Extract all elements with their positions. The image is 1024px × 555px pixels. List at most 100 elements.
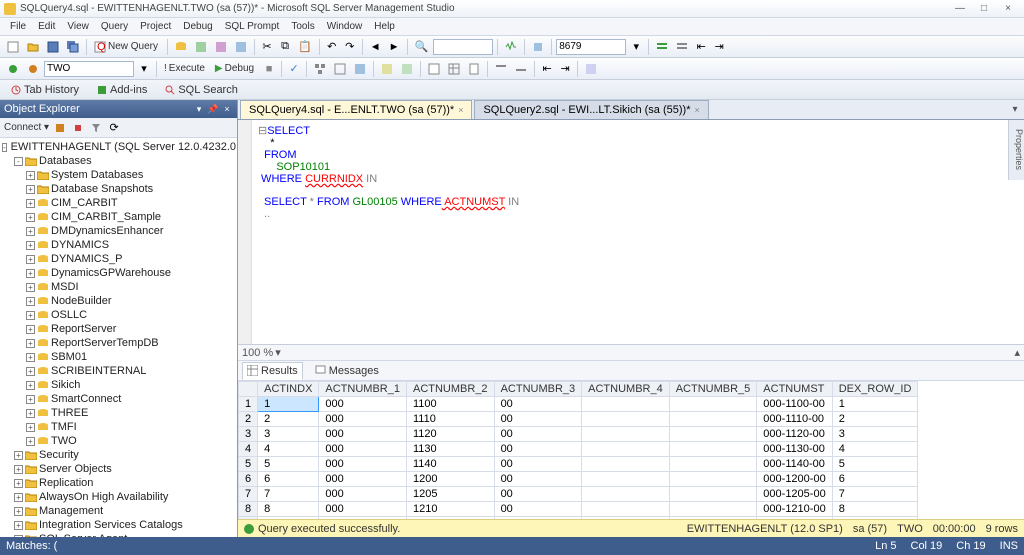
expand-icon[interactable]: + [26, 227, 35, 236]
grid-cell[interactable]: 2 [258, 412, 319, 427]
menu-help[interactable]: Help [368, 19, 401, 34]
grid-cell[interactable]: 00 [494, 397, 582, 412]
expand-icon[interactable]: + [26, 171, 35, 180]
uncomment-selection-icon[interactable] [512, 61, 530, 77]
database-node[interactable]: +ReportServerTempDB [2, 336, 235, 350]
expand-icon[interactable]: + [14, 479, 23, 488]
grid-header[interactable]: DEX_ROW_ID [832, 382, 918, 397]
database-node[interactable]: +CIM_CARBIT_Sample [2, 210, 235, 224]
xmla-query-icon[interactable] [232, 39, 250, 55]
grid-cell[interactable]: 000-1120-00 [757, 427, 832, 442]
mdx-query-icon[interactable] [192, 39, 210, 55]
grid-cell[interactable]: 2 [832, 412, 918, 427]
grid-cell[interactable]: 000 [319, 502, 407, 517]
database-node[interactable]: +DMDynamicsEnhancer [2, 224, 235, 238]
nav-fwd-icon[interactable]: ► [386, 39, 403, 55]
properties-tab[interactable]: Properties [1008, 120, 1024, 180]
grid-cell[interactable] [582, 502, 670, 517]
grid-cell[interactable]: 3 [258, 427, 319, 442]
expand-icon[interactable]: + [14, 507, 23, 516]
row-number[interactable]: 4 [239, 442, 258, 457]
close-button[interactable]: × [996, 2, 1020, 16]
grid-cell[interactable]: 00 [494, 472, 582, 487]
goto-line-input[interactable] [556, 39, 626, 55]
grid-cell[interactable] [669, 502, 757, 517]
grid-cell[interactable] [582, 397, 670, 412]
grid-cell[interactable] [669, 442, 757, 457]
grid-cell[interactable]: 00 [494, 427, 582, 442]
nav-back-icon[interactable]: ◄ [367, 39, 384, 55]
database-node[interactable]: +TMFI [2, 420, 235, 434]
grid-cell[interactable]: 00 [494, 502, 582, 517]
grid-cell[interactable]: 000 [319, 457, 407, 472]
tab-list-icon[interactable]: ▾ [1008, 102, 1022, 116]
grid-cell[interactable]: 1205 [406, 487, 494, 502]
uncomment-icon[interactable] [673, 39, 691, 55]
expand-icon[interactable]: + [26, 353, 35, 362]
query-options-icon[interactable] [331, 61, 349, 77]
grid-cell[interactable]: 00 [494, 412, 582, 427]
grid-cell[interactable]: 6 [258, 472, 319, 487]
zoom-dropdown-icon[interactable]: ▾ [275, 346, 281, 359]
grid-cell[interactable]: 6 [832, 472, 918, 487]
database-node[interactable]: +DynamicsGPWarehouse [2, 266, 235, 280]
expand-icon[interactable]: + [14, 521, 23, 530]
increase-indent-icon[interactable]: ⇥ [557, 61, 573, 77]
server-folder[interactable]: +Server Objects [2, 462, 235, 476]
sql-search-tab[interactable]: SQL Search [158, 81, 245, 99]
grid-cell[interactable]: 5 [832, 457, 918, 472]
activity-monitor-icon[interactable] [502, 39, 520, 55]
debug-button[interactable]: ▶ Debug [212, 61, 259, 77]
database-node[interactable]: +DYNAMICS_P [2, 252, 235, 266]
grid-cell[interactable]: 4 [258, 442, 319, 457]
expand-icon[interactable]: - [14, 157, 23, 166]
refresh-icon[interactable]: ⟳ [107, 121, 121, 135]
grid-cell[interactable] [582, 472, 670, 487]
results-grid-icon[interactable] [445, 61, 463, 77]
include-stats-icon[interactable] [398, 61, 416, 77]
messages-tab[interactable]: Messages [311, 363, 383, 379]
grid-cell[interactable]: 1130 [406, 442, 494, 457]
intellisense-icon[interactable] [351, 61, 369, 77]
expand-icon[interactable]: + [26, 395, 35, 404]
connect-button[interactable]: Connect ▾ [4, 122, 49, 133]
maximize-button[interactable]: □ [972, 2, 996, 16]
grid-header[interactable]: ACTNUMBR_2 [406, 382, 494, 397]
parse-icon[interactable]: ✓ [286, 61, 302, 77]
database-node[interactable]: +CIM_CARBIT [2, 196, 235, 210]
doc-tab-query4[interactable]: SQLQuery4.sql - E...ENLT.TWO (sa (57))*× [240, 100, 472, 119]
expand-icon[interactable]: + [26, 381, 35, 390]
grid-cell[interactable]: 00 [494, 457, 582, 472]
grid-header[interactable]: ACTNUMBR_5 [669, 382, 757, 397]
menu-sqlprompt[interactable]: SQL Prompt [219, 19, 286, 34]
grid-cell[interactable] [582, 442, 670, 457]
row-number[interactable]: 6 [239, 472, 258, 487]
decrease-indent-icon[interactable]: ⇤ [539, 61, 555, 77]
specify-template-icon[interactable] [582, 61, 600, 77]
expand-icon[interactable]: + [26, 339, 35, 348]
grid-cell[interactable]: 7 [258, 487, 319, 502]
grid-cell[interactable] [582, 457, 670, 472]
database-node[interactable]: +MSDI [2, 280, 235, 294]
database-node[interactable]: +SBM01 [2, 350, 235, 364]
copy-icon[interactable]: ⧉ [277, 39, 293, 55]
grid-cell[interactable] [669, 397, 757, 412]
grid-cell[interactable]: 1140 [406, 457, 494, 472]
expand-icon[interactable]: + [14, 465, 23, 474]
menu-window[interactable]: Window [321, 19, 369, 34]
paste-icon[interactable]: 📋 [295, 39, 315, 55]
expand-icon[interactable]: + [26, 269, 35, 278]
expand-icon[interactable]: + [26, 367, 35, 376]
server-node[interactable]: - EWITTENHAGENLT (SQL Server 12.0.4232.0… [2, 140, 235, 154]
indent-icon[interactable]: ⇥ [711, 39, 727, 55]
grid-cell[interactable] [669, 457, 757, 472]
database-node[interactable]: +NodeBuilder [2, 294, 235, 308]
grid-header[interactable]: ACTNUMBR_3 [494, 382, 582, 397]
expand-icon[interactable]: + [26, 283, 35, 292]
include-plan-icon[interactable] [378, 61, 396, 77]
results-text-icon[interactable] [425, 61, 443, 77]
database-node[interactable]: +DYNAMICS [2, 238, 235, 252]
grid-cell[interactable]: 8 [258, 502, 319, 517]
grid-cell[interactable]: 8 [832, 502, 918, 517]
database-snapshots-folder[interactable]: + Database Snapshots [2, 182, 235, 196]
